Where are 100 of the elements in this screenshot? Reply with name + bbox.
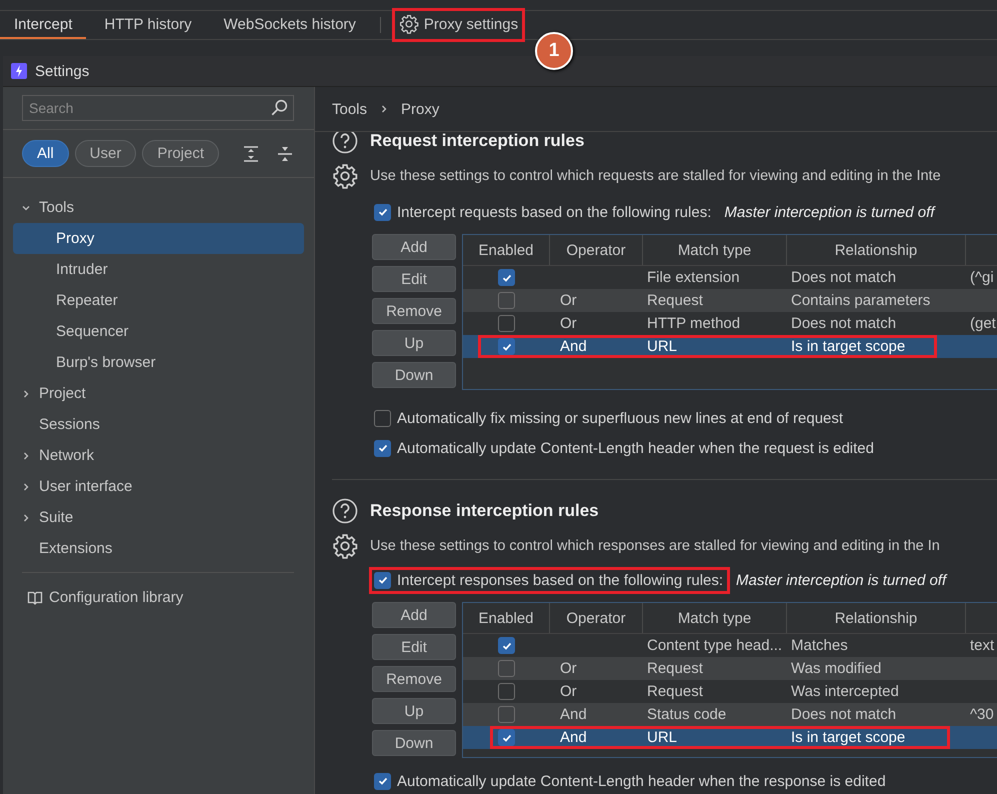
settings-icon[interactable]: [332, 533, 358, 559]
table-cell: (get: [970, 315, 996, 332]
table-cell: (^gi: [970, 269, 994, 286]
tree-item[interactable]: Tools: [13, 192, 304, 223]
configuration-library-link[interactable]: Configuration library: [3, 573, 314, 622]
tree-item[interactable]: User interface: [13, 471, 304, 502]
section-description: Use these settings to control which responses are stalled for viewing and editing in the In: [370, 538, 940, 554]
column-header[interactable]: Operator: [550, 603, 643, 633]
check-icon: [376, 775, 388, 787]
rule-button[interactable]: Down: [372, 362, 456, 388]
rule-button[interactable]: Up: [372, 330, 456, 356]
search-field[interactable]: Search: [22, 95, 294, 121]
enabled-checkbox[interactable]: [498, 292, 515, 309]
rule-button[interactable]: Edit: [372, 634, 456, 660]
table-cell: And: [560, 338, 587, 355]
section-title: Request interception rules: [370, 132, 584, 151]
table-cell: Or: [560, 660, 577, 677]
collapse-all-icon[interactable]: [276, 144, 294, 162]
table-cell: Does not match: [791, 706, 896, 723]
column-header[interactable]: Match type: [643, 235, 787, 265]
app-icon: [11, 63, 27, 79]
filter-pill[interactable]: User: [74, 140, 136, 167]
breadcrumb-item[interactable]: Tools: [332, 100, 368, 118]
column-header[interactable]: Relationship: [787, 235, 966, 265]
tree-item[interactable]: Repeater: [13, 285, 304, 316]
table-cell: Matches: [791, 637, 848, 654]
tree-item[interactable]: Extensions: [13, 533, 304, 564]
tree-item[interactable]: Intruder: [13, 254, 304, 285]
option-checkbox[interactable]: Automatically fix missing or superfluous new lines at end of request: [374, 403, 997, 433]
rule-button[interactable]: Remove: [372, 298, 456, 324]
tree-item[interactable]: Project: [13, 378, 304, 409]
tree-item[interactable]: Proxy: [13, 223, 304, 254]
proxy-tab[interactable]: Proxy settings: [392, 9, 524, 41]
table-cell: Request: [647, 660, 703, 677]
table-cell: URL: [647, 729, 678, 746]
table-cell: text: [970, 637, 994, 654]
rule-button[interactable]: Down: [372, 730, 456, 756]
settings-icon[interactable]: [332, 163, 358, 189]
table-cell: And: [560, 706, 587, 723]
table-cell: Is in target scope: [791, 338, 906, 355]
table-cell: Status code: [647, 706, 726, 723]
column-header[interactable]: Enabled: [463, 603, 550, 633]
intercept-checkbox[interactable]: Intercept responses based on the following rules:: [369, 566, 730, 594]
enabled-checkbox[interactable]: [498, 706, 515, 723]
check-icon: [376, 206, 388, 218]
tree-item[interactable]: Burp's browser: [13, 347, 304, 378]
table-cell: HTTP method: [647, 315, 740, 332]
table-cell: Request: [647, 683, 703, 700]
rule-button[interactable]: Add: [372, 234, 456, 260]
column-header[interactable]: Relationship: [787, 603, 966, 633]
table-cell: Or: [560, 315, 577, 332]
enabled-checkbox[interactable]: [498, 269, 515, 286]
enabled-checkbox[interactable]: [498, 315, 515, 332]
table-cell: Was intercepted: [791, 683, 899, 700]
column-header[interactable]: Enabled: [463, 235, 550, 265]
filter-pill[interactable]: All: [22, 140, 69, 167]
intercept-checkbox[interactable]: Intercept requests based on the following rules:: [369, 198, 718, 226]
enabled-checkbox[interactable]: [498, 683, 515, 700]
table-row[interactable]: And Status code Does not match ^30: [463, 703, 997, 726]
rule-button[interactable]: Up: [372, 698, 456, 724]
table-cell: Was modified: [791, 660, 882, 677]
chevron-right-icon: [21, 450, 31, 460]
settings-icon: [398, 14, 419, 34]
column-header[interactable]: Match type: [643, 603, 787, 633]
callout-badge: 1: [535, 32, 573, 70]
enabled-checkbox[interactable]: [498, 338, 515, 355]
table-cell: Or: [560, 292, 577, 309]
table-row[interactable]: Or Request Contains parameters: [463, 289, 997, 312]
proxy-tab[interactable]: HTTP history: [90, 11, 206, 39]
table-row[interactable]: And URL Is in target scope: [463, 726, 997, 749]
proxy-tab[interactable]: Intercept: [0, 11, 86, 39]
option-checkbox[interactable]: Automatically update Content-Length header when the response is edited: [374, 766, 997, 794]
rule-button[interactable]: Add: [372, 602, 456, 628]
enabled-checkbox[interactable]: [498, 637, 515, 654]
chevron-right-icon: [21, 512, 31, 522]
rule-button[interactable]: Remove: [372, 666, 456, 692]
table-cell: Does not match: [791, 269, 896, 286]
enabled-checkbox[interactable]: [498, 660, 515, 677]
tree-item[interactable]: Sessions: [13, 409, 304, 440]
option-checkbox[interactable]: Automatically update Content-Length header when the request is edited: [374, 433, 997, 463]
table-cell: ^30: [970, 706, 994, 723]
table-cell: Or: [560, 683, 577, 700]
help-icon[interactable]: [332, 498, 358, 524]
check-icon: [376, 442, 388, 454]
filter-pill[interactable]: Project: [142, 140, 220, 167]
column-header[interactable]: Operator: [550, 235, 643, 265]
book-icon: [27, 590, 43, 606]
proxy-tab[interactable]: WebSockets history: [210, 11, 370, 39]
window-title: Settings: [35, 62, 90, 80]
tree-item[interactable]: Sequencer: [13, 316, 304, 347]
enabled-checkbox[interactable]: [498, 729, 515, 746]
table-row[interactable]: And URL Is in target scope: [463, 335, 997, 358]
table-row[interactable]: Or Request Was modified: [463, 657, 997, 680]
breadcrumb-item[interactable]: Proxy: [401, 100, 440, 118]
expand-all-icon[interactable]: [242, 144, 260, 162]
tree-item[interactable]: Suite: [13, 502, 304, 533]
rule-button[interactable]: Edit: [372, 266, 456, 292]
help-icon[interactable]: [332, 132, 358, 154]
tree-item[interactable]: Network: [13, 440, 304, 471]
table-cell: Content type head...: [647, 637, 782, 654]
